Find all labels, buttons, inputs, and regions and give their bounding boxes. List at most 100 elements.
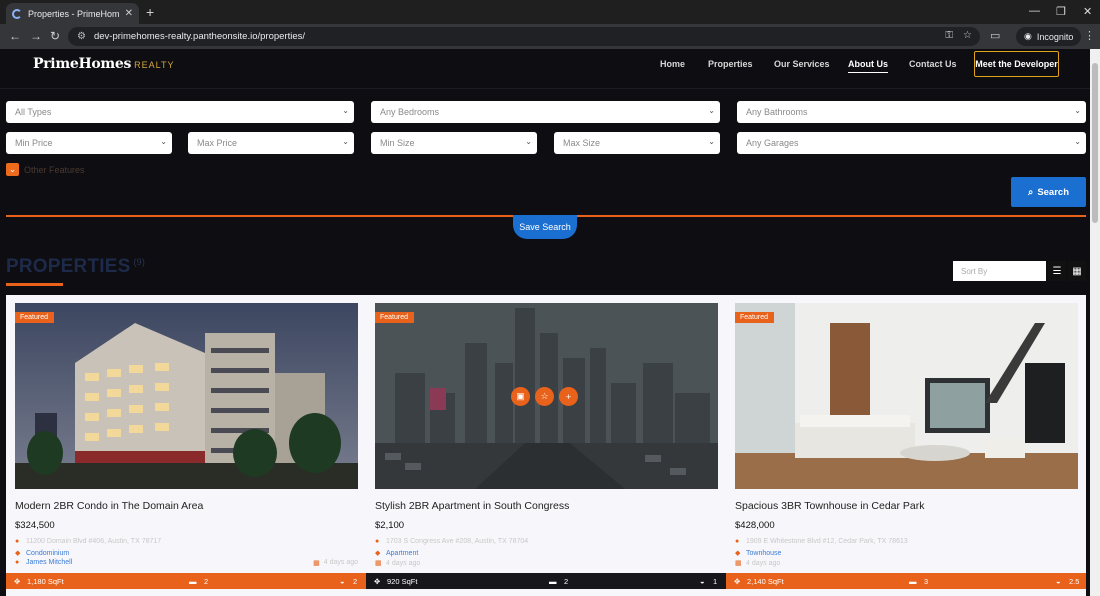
property-price: $428,000	[735, 520, 775, 531]
bed-icon: ▬	[549, 577, 557, 586]
favorite-star-icon[interactable]: ☆	[535, 387, 554, 406]
property-type-link[interactable]: Apartment	[386, 550, 418, 557]
property-card[interactable]: Featured Modern 2BR Condo in The Domain …	[15, 303, 358, 596]
heading-underline	[6, 283, 63, 286]
property-price: $324,500	[15, 520, 55, 531]
bookmark-star-icon[interactable]: ☆	[963, 30, 972, 41]
page: PrimeHomes REALTY Home Properties Our Ser…	[0, 49, 1090, 596]
restore-icon[interactable]: ❐	[1056, 5, 1066, 18]
property-price: $2,100	[375, 520, 405, 531]
area-icon: ✥	[14, 577, 21, 586]
chevron-down-icon: ⌄	[1074, 106, 1081, 115]
property-title[interactable]: Spacious 3BR Townhouse in Cedar Park	[735, 500, 925, 512]
chevron-down-icon: ⌄	[708, 137, 715, 146]
search-button[interactable]: ⌕ Search	[1011, 177, 1086, 207]
featured-badge: Featured	[15, 312, 55, 323]
property-image-apartment[interactable]: ▣ ☆ + Featured	[375, 303, 718, 489]
map-pin-icon: ●	[15, 538, 20, 545]
calendar-icon: ▦	[735, 560, 742, 567]
site-header: PrimeHomes REALTY Home Properties Our Ser…	[0, 49, 1090, 89]
address-bar[interactable]: ⚙ dev-primehomes-realty.pantheonsite.io/…	[68, 27, 980, 46]
brand-suffix: REALTY	[134, 60, 175, 70]
back-icon[interactable]: ←	[9, 29, 21, 43]
address-text: 1703 S Congress Ave #208, Austin, TX 787…	[386, 538, 529, 545]
grid-view-icon[interactable]: ▦	[1068, 261, 1086, 281]
property-card[interactable]: Featured Spacious 3BR Townhouse in Cedar…	[735, 303, 1078, 596]
other-features-label[interactable]: Other Features	[24, 165, 85, 175]
bedrooms-select[interactable]: Any Bedrooms ⌄	[371, 101, 720, 123]
featured-badge: Featured	[375, 312, 415, 323]
camera-icon[interactable]: ▣	[511, 387, 530, 406]
cast-icon[interactable]: ▭	[990, 29, 1000, 42]
list-view-icon[interactable]: ☰	[1048, 261, 1066, 281]
reload-icon[interactable]: ↻	[50, 29, 60, 43]
property-type-link[interactable]: Townhouse	[746, 550, 781, 557]
bath-icon: ◒	[1056, 577, 1061, 586]
incognito-indicator[interactable]: ◉ Incognito	[1016, 27, 1082, 46]
site-logo[interactable]: PrimeHomes REALTY	[33, 56, 174, 72]
max-price-value: Max Price	[197, 138, 238, 148]
nav-about-us[interactable]: About Us	[848, 59, 888, 73]
search-icon: ⌕	[1027, 186, 1034, 198]
minimize-icon[interactable]: —	[1029, 5, 1040, 17]
listing-heading-text: PROPERTIES	[6, 256, 131, 277]
agent-link[interactable]: James Mitchell	[26, 559, 72, 566]
save-search-button[interactable]: Save Search	[513, 215, 577, 239]
listed-time-text: 4 days ago	[386, 559, 421, 567]
scrollbar-thumb[interactable]	[1092, 63, 1098, 223]
chevron-down-icon: ⌄	[1074, 137, 1081, 146]
max-size-select[interactable]: Max Size ⌄	[554, 132, 720, 154]
min-size-value: Min Size	[380, 138, 415, 148]
calendar-icon: ▦	[313, 560, 320, 567]
type-select[interactable]: All Types ⌄	[6, 101, 354, 123]
nav-contact-us[interactable]: Contact Us	[909, 59, 957, 69]
garages-select[interactable]: Any Garages ⌄	[737, 132, 1086, 154]
bathrooms-select[interactable]: Any Bathrooms ⌄	[737, 101, 1086, 123]
password-key-icon[interactable]: ⚿	[945, 30, 953, 41]
area-icon: ✥	[374, 577, 381, 586]
property-address: ● 1703 S Congress Ave #208, Austin, TX 78…	[375, 538, 528, 545]
property-type-link[interactable]: Condominium	[26, 550, 69, 557]
property-image-condo[interactable]: Featured	[15, 303, 358, 489]
close-window-icon[interactable]: ✕	[1083, 5, 1092, 18]
min-price-value: Min Price	[15, 138, 53, 148]
property-card[interactable]: ▣ ☆ + Featured Stylish 2BR Apartment in …	[375, 303, 718, 596]
property-image-townhouse[interactable]: Featured	[735, 303, 1078, 489]
type-select-value: All Types	[15, 107, 52, 117]
chevron-down-icon: ⌄	[525, 137, 532, 146]
browser-tab[interactable]: Properties - PrimeHomes Realty ✕	[6, 3, 139, 24]
forward-icon[interactable]: →	[30, 29, 42, 43]
property-stats-bar: ✥ 1,180 SqFt ▬ 2 ◒ 2	[6, 573, 366, 589]
other-features-toggle[interactable]: ⌄	[6, 163, 19, 176]
nav-properties[interactable]: Properties	[708, 59, 753, 69]
min-price-select[interactable]: Min Price ⌄	[6, 132, 172, 154]
new-tab-icon[interactable]: +	[146, 4, 154, 20]
page-scrollbar[interactable]	[1090, 49, 1100, 596]
garages-select-value: Any Garages	[746, 138, 799, 148]
listing-count: (9)	[133, 256, 146, 267]
map-pin-icon: ●	[375, 538, 380, 545]
address-bar-row: ← → ↻ ⚙ dev-primehomes-realty.pantheonsi…	[0, 24, 1100, 49]
property-title[interactable]: Stylish 2BR Apartment in South Congress	[375, 500, 569, 512]
min-size-select[interactable]: Min Size ⌄	[371, 132, 537, 154]
property-title[interactable]: Modern 2BR Condo in The Domain Area	[15, 500, 203, 512]
site-info-icon[interactable]: ⚙	[77, 31, 86, 42]
sort-select[interactable]: Sort By	[953, 261, 1046, 281]
property-address: ● 1909 E Whitestone Blvd #12, Cedar Park,…	[735, 538, 908, 545]
browser-menu-icon[interactable]: ⋮	[1084, 29, 1095, 42]
baths-value: 2	[353, 577, 358, 586]
user-icon: ●	[15, 559, 20, 566]
browser-tab-bar: Properties - PrimeHomes Realty ✕ + — ❐ ✕	[0, 0, 1100, 24]
nav-home[interactable]: Home	[660, 59, 685, 69]
close-tab-icon[interactable]: ✕	[125, 8, 133, 19]
loading-icon	[12, 8, 22, 19]
meet-developer-button[interactable]: Meet the Developer	[974, 51, 1059, 77]
max-price-select[interactable]: Max Price ⌄	[188, 132, 354, 154]
calendar-icon: ▦	[375, 560, 382, 567]
beds-value: 2	[564, 577, 569, 586]
incognito-label: Incognito	[1036, 31, 1074, 42]
nav-our-services[interactable]: Our Services	[774, 59, 830, 69]
area-icon: ✥	[734, 577, 741, 586]
area-value: 1,180 SqFt	[27, 577, 64, 586]
compare-plus-icon[interactable]: +	[559, 387, 578, 406]
